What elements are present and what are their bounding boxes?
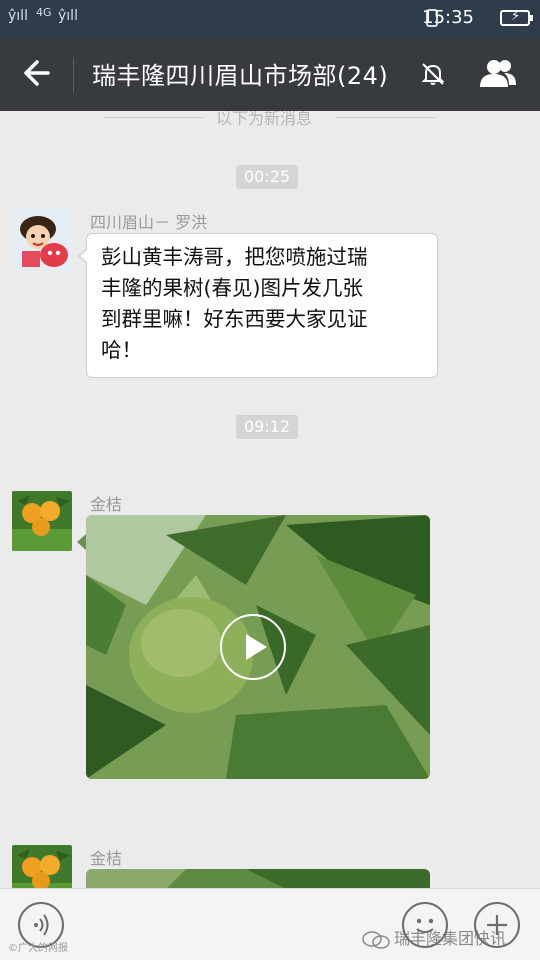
message-text-line: 到群里嘛！好东西要大家见证 <box>101 307 368 331</box>
chat-title: 瑞丰隆四川眉山市场部(24) <box>92 62 389 90</box>
message-text-line: 丰隆的果树(春见)图片发几张 <box>101 276 363 300</box>
chat-input-bar: 瑞丰隆集团快讯 ©广大的网报 <box>0 888 540 960</box>
message-timestamp: 00:25 <box>236 165 299 189</box>
text-message-bubble[interactable]: 彭山黄丰涛哥，把您喷施过瑞 丰隆的果树(春见)图片发几张 到群里嘛！好东西要大家… <box>78 233 438 378</box>
status-bar: ŷıll 4G ŷıll 15:35 ⚡ <box>0 0 540 37</box>
bubble-tail <box>77 534 86 550</box>
sender-name: 金桔 <box>90 495 123 514</box>
chat-message-list[interactable]: 以下为新消息 00:25 四川眉山－ 罗洪 彭山黄丰涛哥，把您喷施过瑞 丰隆的果… <box>0 111 540 888</box>
signal-strength-indicator-2: ŷıll <box>58 8 78 24</box>
group-members-icon[interactable] <box>478 57 518 91</box>
message-text-line: 哈！ <box>101 338 142 362</box>
status-time: 15:35 <box>422 7 474 28</box>
wechat-logo-icon <box>362 930 390 949</box>
network-type-indicator: 4G <box>36 6 52 19</box>
play-button-icon[interactable] <box>220 614 286 680</box>
emoji-icon <box>416 918 434 933</box>
new-messages-divider: 以下为新消息 <box>0 111 540 129</box>
divider-line-right <box>336 117 436 118</box>
avatar[interactable] <box>12 491 72 551</box>
video-message[interactable] <box>86 869 430 888</box>
avatar[interactable] <box>12 845 72 888</box>
more-options-button[interactable] <box>474 902 520 948</box>
message-text-line: 彭山黄丰涛哥，把您喷施过瑞 <box>101 245 368 269</box>
cartoon-avatar-icon <box>12 209 72 269</box>
emoji-button[interactable] <box>402 902 448 948</box>
video-thumbnail <box>86 869 430 888</box>
chat-header: 瑞丰隆四川眉山市场部(24) <box>0 37 540 111</box>
orange-fruit-avatar-icon <box>12 845 72 888</box>
battery-icon: ⚡ <box>500 9 533 26</box>
back-arrow-icon[interactable] <box>22 55 52 91</box>
plus-icon <box>487 915 507 935</box>
sender-name: 金桔 <box>90 849 123 868</box>
avatar[interactable] <box>12 209 72 269</box>
new-messages-label: 以下为新消息 <box>216 111 313 128</box>
watermark-left: ©广大的网报 <box>8 943 68 954</box>
orange-fruit-avatar-icon <box>12 491 72 551</box>
divider-line-left <box>104 117 204 118</box>
sender-name: 四川眉山－ 罗洪 <box>90 213 208 232</box>
message-timestamp: 09:12 <box>236 415 299 439</box>
video-message[interactable] <box>86 515 430 779</box>
header-divider <box>73 57 74 93</box>
mute-bell-icon <box>421 63 445 85</box>
signal-strength-indicator: ŷıll <box>8 8 28 24</box>
